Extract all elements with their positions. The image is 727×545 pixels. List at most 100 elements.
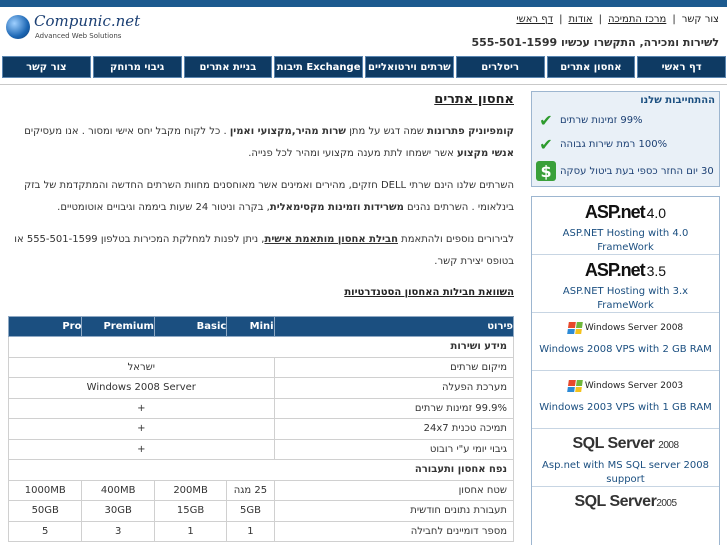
nav-vps[interactable]: שרתים וירטואליים	[365, 56, 454, 78]
ad-aspnet-40[interactable]: ASP.net 4.0 ASP.NET Hosting with 4.0 Fram…	[532, 197, 719, 255]
ad-windows-2003[interactable]: Windows Server 2003 Windows 2003 VPS wit…	[532, 371, 719, 429]
commitment-label: 99% זמינות שרתים	[560, 114, 643, 126]
company-name: קומפיוניק פתרונות	[427, 126, 514, 137]
value-cell: 25 מגה	[226, 479, 275, 501]
logo-text: ASP.net	[584, 259, 646, 280]
feature-cell: 99.9% זמינות שרתים	[273, 397, 515, 419]
feature-cell: מערכת הפעלה	[273, 377, 515, 399]
table-row: מערכת הפעלה Windows 2008 Server	[8, 377, 515, 399]
nav-resellers[interactable]: ריסלרים	[455, 56, 545, 78]
section-row: נפח אחסון ותעבורה	[8, 459, 514, 481]
feature-cell: שטח אחסון	[273, 479, 515, 501]
table-row: מיקום שרתים ישראל	[8, 356, 515, 378]
text-span-bold: אנשי מקצוע	[456, 148, 514, 159]
feature-cell: גיבוי יומי ע"י רובוט	[273, 438, 515, 460]
top-link-home[interactable]: דף ראשי	[516, 14, 553, 25]
ad-text: ASP.NET Hosting with 4.0 FrameWork	[562, 228, 689, 253]
windows-logo-icon: Windows Server 2008	[532, 313, 719, 343]
commitment-heading: ההתחייבות שלנו	[640, 95, 715, 106]
header-cell: Pro	[7, 316, 83, 337]
table-row: גיבוי יומי ע"י רובוט +	[8, 438, 515, 460]
value-cell: 3	[81, 520, 155, 542]
commitment-label: 100% רמת שירות גבוהה	[560, 138, 668, 150]
nav-web-design[interactable]: בניית אתרים	[183, 56, 273, 78]
value-cell: 400MB	[81, 479, 155, 501]
section-title: נפח אחסון ותעבורה	[8, 459, 514, 481]
top-link-support[interactable]: מרכז התמיכה	[608, 14, 666, 25]
table-row: תעבורת נתונים חודשית 5GB 15GB 30GB 50GB	[7, 500, 515, 522]
text-span: לבירורים נוספים ולהתאמת	[397, 234, 514, 245]
commitment-label: 30 יום החזר כספי בעת ביטול עסקה	[560, 165, 714, 177]
header-cell: Premium	[81, 316, 155, 337]
intro-paragraph: קומפיוניק פתרונות שמה דגש על מתן שרות מה…	[8, 121, 514, 165]
contact-paragraph: לבירורים נוספים ולהתאמת חבילת אחסון מותא…	[8, 229, 514, 273]
commitment-item: 100% רמת שירות גבוהה ✔	[532, 132, 719, 156]
dollar-icon: $	[536, 161, 556, 181]
logo-version: 2005	[656, 498, 677, 509]
check-icon: ✔	[539, 134, 553, 154]
value-cell: Windows 2008 Server	[8, 377, 275, 399]
nav-exchange[interactable]: תיבות Exchange	[274, 56, 363, 78]
top-link-contact[interactable]: צור קשר	[682, 14, 719, 25]
value-cell: 1	[226, 520, 275, 542]
nav-hosting[interactable]: אחסון אתרים	[546, 56, 636, 78]
feature-cell: תמיכה טכנית 24x7	[273, 418, 515, 440]
logo-version: 2008	[658, 440, 679, 451]
aspnet-logo-icon: ASP.net 4.0	[532, 197, 719, 227]
value-cell: ישראל	[8, 356, 275, 378]
value-cell: +	[8, 438, 275, 460]
nav-home[interactable]: דף ראשי	[637, 56, 726, 78]
windows-flag-icon	[566, 322, 583, 334]
nav-contact[interactable]: צור קשר	[2, 56, 91, 78]
product-ads: ASP.net 4.0 ASP.NET Hosting with 4.0 Fram…	[531, 196, 720, 545]
text-span-bold: שרות מהיר,מקצועי ואמין	[229, 126, 347, 137]
servers-paragraph: השרתים שלנו הינם שרתי DELL חזקים, מהירים…	[8, 175, 514, 219]
ad-aspnet-35[interactable]: ASP.net 3.5 ASP.NET Hosting with 3.x Fram…	[532, 255, 719, 313]
ad-text: Asp.net with MS SQL server 2008 support	[542, 460, 709, 485]
text-span: . כל לקוח מקבל יחס אישי ומסור . אנו מעסי…	[24, 126, 230, 137]
value-cell: 15GB	[153, 500, 228, 522]
header-cell: Basic	[153, 316, 228, 337]
table-row: תמיכה טכנית 24x7 +	[8, 418, 515, 440]
main-nav: דף ראשי אחסון אתרים ריסלרים שרתים וירטוא…	[2, 56, 726, 78]
logo-text: SQL Server	[574, 493, 657, 510]
value-cell: +	[8, 418, 275, 440]
ad-sql-2005[interactable]: SQL Server2005	[532, 487, 719, 545]
custom-package-link[interactable]: חבילת אחסון מותאמת אישית	[264, 234, 397, 245]
windows-flag-icon	[566, 380, 583, 392]
nav-remote-backup[interactable]: גיבוי מרוחק	[92, 56, 182, 78]
sales-phone: לשירות ומכירה, התקשרו עכשיו 555-501-1599	[471, 36, 719, 49]
comparison-table: פירוט Mini Basic Premium Pro מידע ושירות…	[7, 316, 515, 542]
section-title: מידע ושירות	[8, 336, 514, 358]
table-row: 99.9% זמינות שרתים +	[8, 397, 515, 419]
text-span-bold: משרידות וזמינות מקסימאלית	[269, 202, 404, 213]
top-links: צור קשר|מרכז התמיכה|אודות|דף ראשי	[516, 14, 719, 25]
value-cell: +	[8, 397, 275, 419]
header-cell: פירוט	[273, 316, 515, 337]
text-span: שמה דגש על מתן	[346, 126, 428, 137]
logo-text: ASP.net	[584, 201, 646, 222]
feature-cell: מיקום שרתים	[273, 356, 515, 378]
value-cell: 1000MB	[7, 479, 83, 501]
ad-sql-2008[interactable]: SQL Server 2008 Asp.net with MS SQL serv…	[532, 429, 719, 487]
top-link-about[interactable]: אודות	[568, 14, 592, 25]
text-span: , בקרה וניטור 24 שעות ביממה וגיבויים אוט…	[57, 202, 270, 213]
feature-cell: מספר דומיינים לחבילה	[273, 520, 515, 542]
ad-windows-2008[interactable]: Windows Server 2008 Windows 2008 VPS wit…	[532, 313, 719, 371]
page-title: אחסון אתרים	[434, 92, 514, 107]
value-cell: 30GB	[81, 500, 155, 522]
value-cell: 5	[7, 520, 83, 542]
commitment-item: 99% זמינות שרתים ✔	[532, 108, 719, 132]
globe-icon	[6, 15, 30, 39]
table-header: פירוט Mini Basic Premium Pro	[7, 316, 515, 337]
aspnet-logo-icon: ASP.net 3.5	[532, 255, 719, 285]
sql-server-logo-icon: SQL Server2005	[532, 487, 719, 517]
value-cell: 1	[153, 520, 228, 542]
site-logo[interactable]: Compunic.net Advanced Web Solutions	[6, 12, 140, 46]
commitment-item: 30 יום החזר כספי בעת ביטול עסקה $	[532, 156, 719, 186]
main-content: אחסון אתרים קומפיוניק פתרונות שמה דגש על…	[7, 92, 515, 542]
value-cell: 50GB	[7, 500, 83, 522]
section-row: מידע ושירות	[8, 336, 514, 358]
table-row: שטח אחסון 25 מגה 200MB 400MB 1000MB	[7, 479, 515, 501]
check-icon: ✔	[539, 110, 553, 130]
